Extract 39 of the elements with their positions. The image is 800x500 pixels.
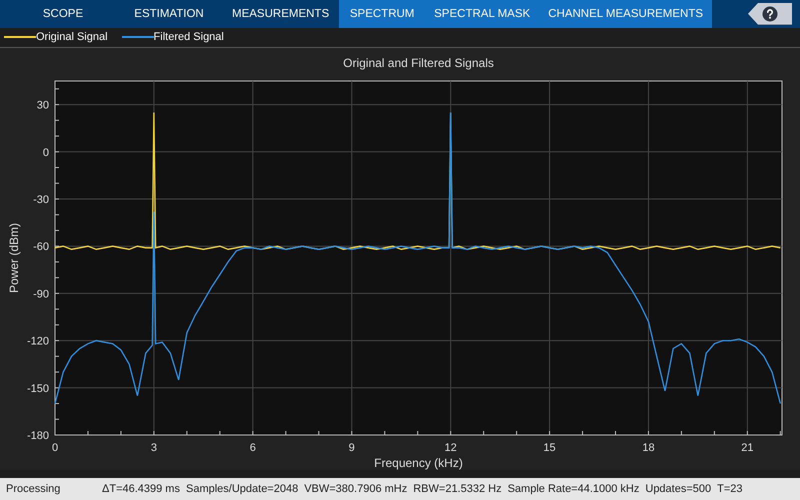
legend-swatch xyxy=(4,36,36,38)
status-reading: RBW=21.5332 Hz xyxy=(413,483,502,496)
help-button[interactable] xyxy=(748,3,792,25)
status-reading: VBW=380.7906 mHz xyxy=(304,483,408,496)
x-tick-label: 0 xyxy=(52,442,58,454)
legend-swatch xyxy=(122,36,154,38)
y-tick-label: -30 xyxy=(33,194,49,206)
y-tick-label: -120 xyxy=(26,336,49,348)
status-reading: Samples/Update=2048 xyxy=(186,483,298,496)
status-reading: T=23 xyxy=(717,483,743,496)
tab[interactable]: SCOPE xyxy=(10,0,116,28)
tab[interactable]: SPECTRUM xyxy=(339,0,426,28)
y-axis-label: Power (dBm) xyxy=(7,223,21,294)
tab[interactable]: SPECTRAL MASK xyxy=(425,0,540,28)
chart-title: Original and Filtered Signals xyxy=(343,56,494,70)
y-tick-label: -180 xyxy=(26,430,49,442)
y-tick-label: 30 xyxy=(36,100,49,112)
y-tick-label: 0 xyxy=(42,147,49,160)
x-tick-label: 9 xyxy=(348,442,355,454)
status-text: Processing xyxy=(5,483,62,496)
x-tick-label: 21 xyxy=(741,442,754,454)
tab[interactable]: ESTIMATION xyxy=(116,0,222,28)
y-tick-label: -90 xyxy=(33,288,49,301)
x-axis-label: Frequency (kHz) xyxy=(374,456,463,470)
tab[interactable]: MEASUREMENTS xyxy=(222,0,340,28)
x-tick-label: 18 xyxy=(642,442,655,454)
y-tick-label: -60 xyxy=(33,242,49,254)
y-tick-label: -150 xyxy=(26,383,49,396)
status-reading: ΔT=46.4399 ms xyxy=(102,483,180,496)
help-icon xyxy=(762,6,778,22)
x-tick-label: 12 xyxy=(444,442,457,454)
status-reading: Updates=500 xyxy=(645,483,712,496)
legend-label: Filtered Signal xyxy=(154,31,224,44)
x-tick-label: 6 xyxy=(250,442,256,454)
legend-label: Original Signal xyxy=(36,31,108,44)
tab[interactable]: CHANNEL MEASUREMENTS xyxy=(539,0,712,28)
x-tick-label: 3 xyxy=(150,442,157,454)
status-reading: Sample Rate=44.1000 kHz xyxy=(508,483,640,496)
x-tick-label: 15 xyxy=(543,442,556,454)
